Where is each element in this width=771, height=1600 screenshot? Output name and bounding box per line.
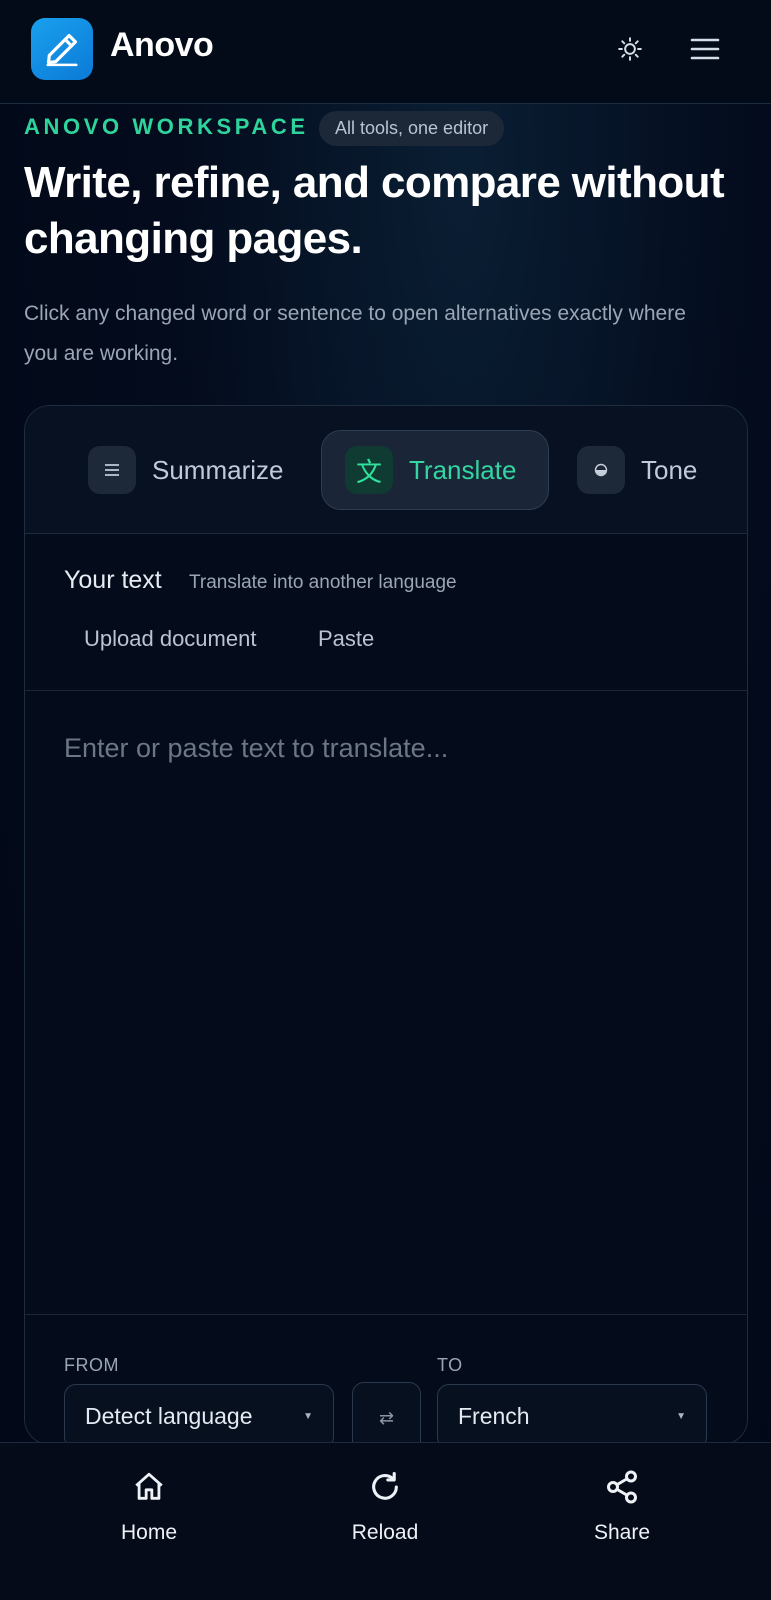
from-label: FROM xyxy=(64,1355,119,1375)
editor-card: Summarize 文 Translate Tone Your text Tra… xyxy=(24,405,748,1445)
target-language-select[interactable]: French ▼ xyxy=(437,1384,707,1444)
tab-summarize-label: Summarize xyxy=(152,454,284,485)
nav-reload-label: Reload xyxy=(351,1521,419,1544)
nav-home-label: Home xyxy=(120,1521,178,1544)
app-page: Anovo ANOVO WORKSPACE All tools, one edi… xyxy=(0,0,771,1600)
language-bar: FROM TO Detect language ▼ ⇄ French ▼ xyxy=(25,1314,747,1444)
tab-summarize[interactable]: Summarize xyxy=(88,430,283,510)
source-text-input[interactable]: Enter or paste text to translate... xyxy=(64,733,448,764)
menu-button[interactable] xyxy=(686,30,724,68)
app-logo[interactable] xyxy=(31,18,93,80)
tab-tone-label: Tone xyxy=(641,454,698,485)
swap-icon: ⇄ xyxy=(378,1407,395,1428)
pencil-icon xyxy=(46,33,78,67)
tools-pill: All tools, one editor xyxy=(319,111,505,146)
nav-home-button[interactable]: Home xyxy=(69,1443,229,1593)
nav-share-button[interactable]: Share xyxy=(542,1443,702,1593)
tab-translate[interactable]: 文 Translate xyxy=(321,430,549,510)
target-language-value: French xyxy=(458,1403,530,1429)
to-label: TO xyxy=(437,1355,463,1375)
theme-toggle-button[interactable] xyxy=(611,30,649,68)
editor-header: Your text Translate into another languag… xyxy=(25,534,747,691)
swap-languages-button[interactable]: ⇄ xyxy=(352,1382,421,1444)
nav-share-label: Share xyxy=(593,1521,651,1544)
page-title: Write, refine, and compare without chang… xyxy=(24,158,725,263)
workspace-eyebrow: ANOVO WORKSPACE xyxy=(24,114,309,139)
dot-icon xyxy=(577,446,625,494)
reload-icon xyxy=(365,1467,405,1507)
paste-button[interactable]: Paste xyxy=(318,626,374,652)
top-bar: Anovo xyxy=(0,0,771,104)
home-icon xyxy=(129,1467,169,1507)
nav-reload-button[interactable]: Reload xyxy=(305,1443,465,1593)
translate-icon: 文 xyxy=(345,446,393,494)
sun-icon xyxy=(618,37,642,61)
page-subtitle: Click any changed word or sentence to op… xyxy=(24,302,686,365)
editor-hint: Translate into another language xyxy=(189,572,457,593)
app-name: Anovo xyxy=(110,26,214,64)
chevron-down-icon: ▼ xyxy=(303,1411,313,1422)
source-language-select[interactable]: Detect language ▼ xyxy=(64,1384,334,1444)
source-language-value: Detect language xyxy=(85,1403,253,1429)
upload-document-button[interactable]: Upload document xyxy=(84,626,256,652)
bottom-nav: Home Reload Share xyxy=(0,1442,771,1600)
hamburger-icon xyxy=(690,38,720,60)
tool-tabs: Summarize 文 Translate Tone xyxy=(25,406,747,534)
tab-tone[interactable]: Tone xyxy=(577,430,697,510)
share-icon xyxy=(602,1467,642,1507)
tab-translate-label: Translate xyxy=(409,454,517,485)
chevron-down-icon: ▼ xyxy=(676,1411,686,1422)
editor-heading: Your text xyxy=(64,566,162,594)
lines-icon xyxy=(88,446,136,494)
